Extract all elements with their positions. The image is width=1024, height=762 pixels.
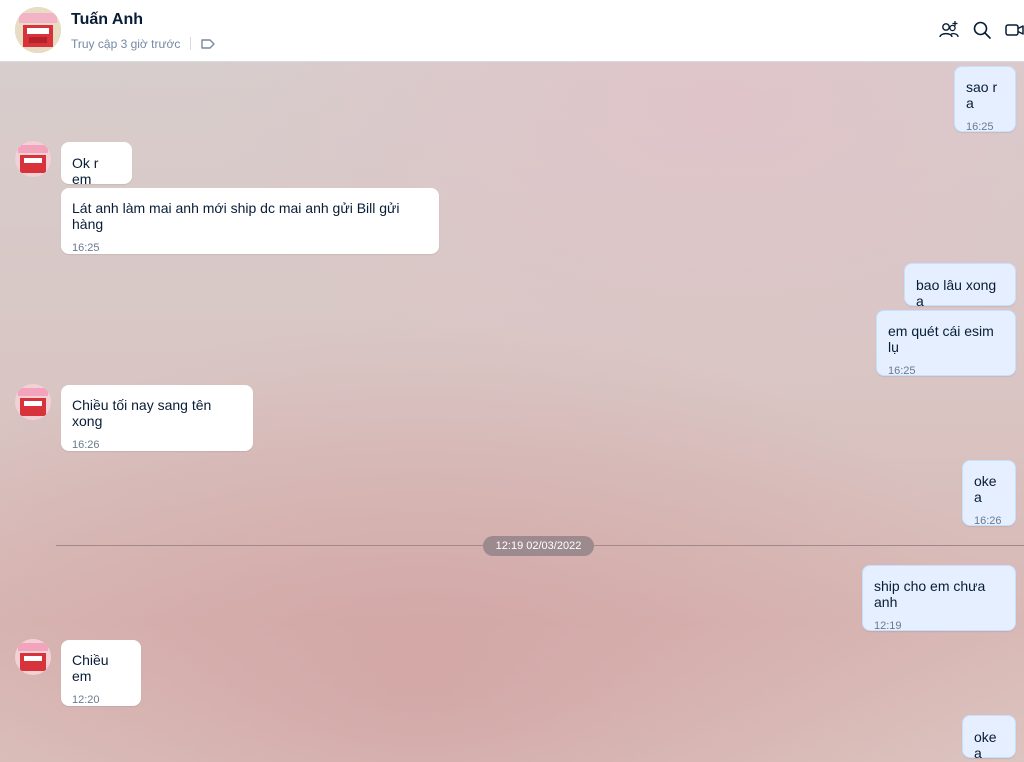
message-bubble-outgoing[interactable]: bao lâu xong a (904, 263, 1016, 309)
message-time: 16:26 (974, 515, 1002, 527)
message-text: bao lâu xong a (916, 277, 997, 309)
message-bubble-outgoing[interactable]: oke a 16:26 (962, 460, 1016, 527)
message-text: Chiều tối nay sang tên xong (72, 397, 212, 429)
contact-avatar[interactable] (15, 7, 61, 53)
message-text: sao r a (966, 79, 998, 111)
message-list[interactable]: sao r a 16:25 Ok r em Lát anh làm mai an… (0, 62, 1024, 762)
message-text: Chiều em (72, 652, 109, 684)
date-divider-label: 12:19 02/03/2022 (483, 536, 594, 556)
search-icon[interactable] (971, 19, 993, 41)
chat-header: Tuấn Anh Truy cập 3 giờ trước (0, 0, 1024, 62)
last-seen-status: Truy cập 3 giờ trước (71, 37, 181, 51)
video-call-icon[interactable] (1004, 19, 1024, 41)
tag-icon[interactable] (200, 37, 216, 51)
message-bubble-incoming[interactable]: Chiều em 12:20 (61, 640, 141, 706)
message-time: 16:25 (72, 242, 100, 254)
message-text: oke a (974, 473, 997, 505)
add-user-group-icon[interactable] (938, 19, 960, 41)
avatar-image (15, 384, 51, 420)
message-time: 12:20 (72, 694, 100, 706)
message-text: em quét cái esim lụ (888, 323, 994, 355)
message-bubble-outgoing[interactable]: sao r a 16:25 (954, 66, 1016, 133)
message-bubble-outgoing[interactable]: ship cho em chưa anh 12:19 (862, 565, 1016, 632)
message-bubble-outgoing[interactable]: oke a (962, 715, 1016, 761)
message-time: 16:25 (966, 121, 994, 133)
message-text: Ok r em (72, 155, 99, 187)
message-text: oke a (974, 729, 997, 761)
message-bubble-outgoing[interactable]: em quét cái esim lụ 16:25 (876, 310, 1016, 377)
message-bubble-incoming[interactable]: Lát anh làm mai anh mới ship dc mai anh … (61, 188, 439, 254)
message-bubble-incoming[interactable]: Chiều tối nay sang tên xong 16:26 (61, 385, 253, 451)
sender-avatar[interactable] (15, 384, 51, 420)
contact-name[interactable]: Tuấn Anh (71, 11, 143, 29)
subtitle-divider (190, 37, 191, 50)
message-time: 12:19 (874, 620, 902, 632)
avatar-image (15, 141, 51, 177)
avatar-image (15, 639, 51, 675)
message-time: 16:25 (888, 365, 916, 377)
message-bubble-incoming[interactable]: Ok r em (61, 142, 132, 187)
message-text: ship cho em chưa anh (874, 578, 986, 610)
sender-avatar[interactable] (15, 639, 51, 675)
message-time: 16:26 (72, 439, 100, 451)
avatar-image (15, 7, 61, 53)
message-text: Lát anh làm mai anh mới ship dc mai anh … (72, 200, 400, 232)
sender-avatar[interactable] (15, 141, 51, 177)
